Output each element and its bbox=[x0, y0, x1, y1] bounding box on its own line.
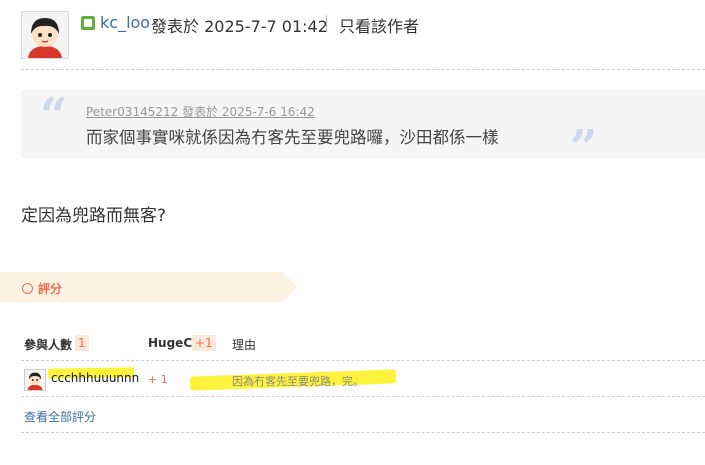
rater-name[interactable]: ccchhhuuunnn bbox=[51, 371, 139, 385]
view-all-ratings-link[interactable]: 查看全部評分 bbox=[24, 408, 96, 425]
quote-close-icon: ” bbox=[570, 120, 598, 176]
participants-label: 參與人數 bbox=[24, 338, 73, 352]
participants-count-badge: 1 bbox=[75, 335, 89, 351]
quote-open-icon: “ bbox=[40, 88, 68, 144]
author-name[interactable]: kc_loo bbox=[100, 13, 150, 32]
online-status-icon bbox=[81, 16, 95, 30]
rating-header-divider bbox=[21, 360, 705, 361]
rating-row-divider bbox=[21, 396, 705, 397]
rate-circle-icon bbox=[22, 283, 33, 294]
header-separator: | bbox=[324, 13, 330, 31]
post-timestamp: 發表於 2025-7-7 01:42 bbox=[151, 17, 328, 36]
rating-reason: 因為冇客先至要兜路，完。 bbox=[232, 375, 364, 388]
post-body: 定因為兜路而無客? bbox=[21, 206, 167, 226]
currency-label: HugeC bbox=[148, 336, 193, 350]
quote-text: 而家個事實咪就係因為冇客先至要兜路囉，沙田都係一樣 bbox=[86, 128, 499, 147]
footer-divider bbox=[21, 432, 705, 433]
reason-label: 理由 bbox=[232, 338, 257, 352]
quote-meta-link[interactable]: Peter03145212 發表於 2025-7-6 16:42 bbox=[86, 103, 315, 120]
currency-total-badge: +1 bbox=[192, 335, 216, 351]
header-divider bbox=[21, 69, 705, 70]
only-author-link[interactable]: 只看該作者 bbox=[339, 13, 419, 37]
rater-avatar[interactable] bbox=[24, 369, 46, 391]
author-avatar[interactable] bbox=[21, 11, 69, 59]
rating-label: 評分 bbox=[38, 282, 63, 296]
rater-score: + 1 bbox=[148, 373, 168, 386]
